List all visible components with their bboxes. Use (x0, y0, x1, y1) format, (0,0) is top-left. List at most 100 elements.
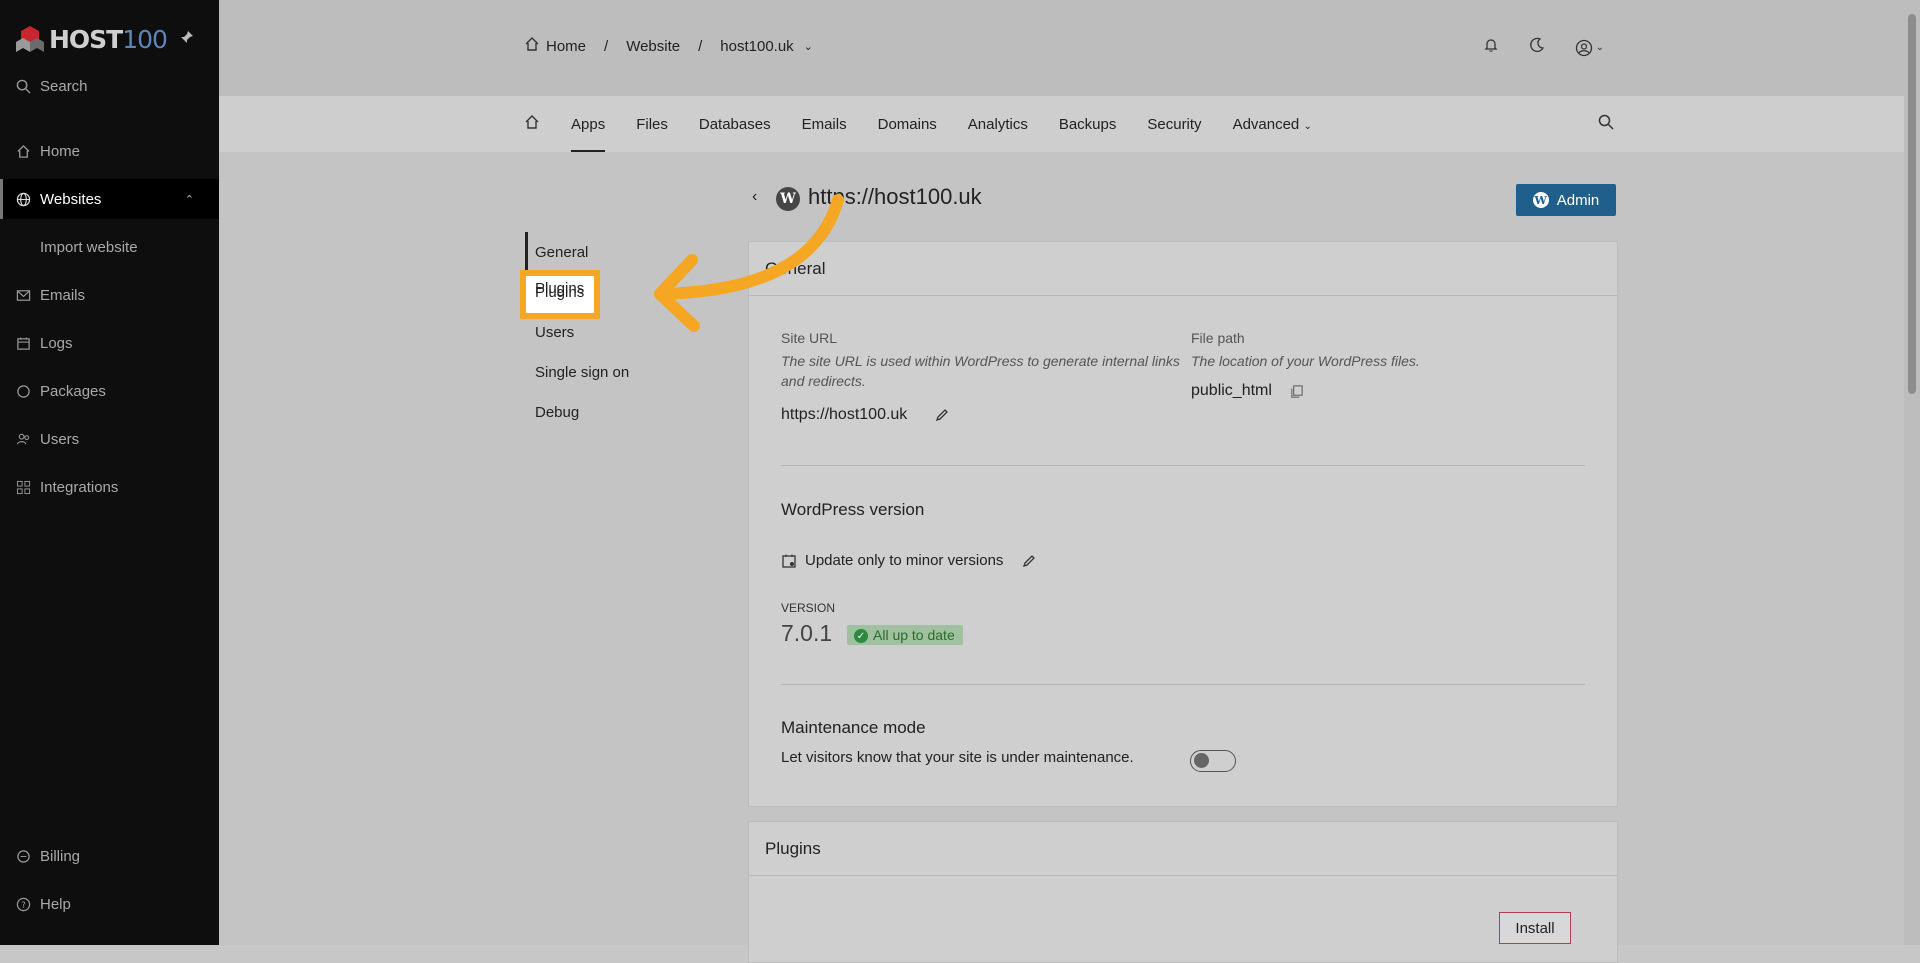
tab-analytics[interactable]: Analytics (968, 116, 1028, 133)
version-status-badge: ✓ All up to date (847, 625, 963, 645)
breadcrumb-separator: / (698, 37, 703, 55)
sidebar-item-label: Integrations (40, 478, 119, 496)
help-icon: ? (14, 897, 32, 912)
sidebar-item-users[interactable]: Users (0, 419, 219, 459)
tab-databases[interactable]: Databases (699, 116, 771, 133)
sidebar-item-packages[interactable]: Packages (0, 371, 219, 411)
tab-apps[interactable]: Apps (571, 116, 606, 152)
sidebar-item-label: Websites (40, 190, 102, 208)
site-url-value: https://host100.uk (781, 406, 908, 423)
bell-icon[interactable] (1483, 37, 1499, 58)
plugins-card-title: Plugins (749, 822, 1617, 876)
logo-text: HOST (49, 24, 123, 54)
chevron-down-icon[interactable]: ⌄ (804, 40, 813, 53)
subnav-single-sign-on[interactable]: Single sign on (535, 352, 629, 392)
version-value: 7.0.1 (781, 620, 833, 646)
globe-icon (14, 192, 32, 207)
wordpress-icon: W (776, 187, 800, 211)
back-chevron-icon[interactable]: ‹ (752, 188, 757, 206)
sidebar-item-home[interactable]: Home (0, 131, 219, 171)
copy-icon[interactable] (1289, 384, 1304, 404)
app-tabs: Apps Files Databases Emails Domains Anal… (524, 114, 1343, 152)
plugins-card: Plugins Install (748, 821, 1618, 963)
site-url-description: The site URL is used within WordPress to… (781, 353, 1180, 389)
subnav-debug[interactable]: Debug (535, 392, 629, 432)
circle-icon (14, 384, 32, 399)
calendar-icon (14, 336, 32, 351)
logo[interactable]: HOST100 (15, 22, 168, 56)
breadcrumb-separator: / (604, 37, 609, 55)
logo-cubes-icon (16, 26, 44, 52)
tabs-bar: Apps Files Databases Emails Domains Anal… (219, 96, 1904, 152)
maintenance-description: Let visitors know that your site is unde… (781, 749, 1134, 766)
tab-backups[interactable]: Backups (1059, 116, 1117, 133)
tab-emails[interactable]: Emails (802, 116, 847, 133)
sidebar-item-label: Home (40, 142, 81, 160)
subnav-plugins-highlighted[interactable]: Plugins (535, 280, 584, 297)
sidebar-item-billing[interactable]: Billing (0, 836, 219, 876)
site-url-label: Site URL (781, 330, 838, 346)
tab-files[interactable]: Files (636, 116, 668, 133)
search-icon[interactable] (1598, 114, 1614, 135)
toggle-knob (1194, 753, 1209, 768)
divider (781, 465, 1585, 466)
sidebar-search-label: Search (40, 77, 88, 95)
sidebar-search[interactable]: Search (0, 66, 219, 106)
wordpress-icon: W (1532, 192, 1549, 208)
sidebar-item-emails[interactable]: Emails (0, 275, 219, 315)
sidebar-item-help[interactable]: ? Help (0, 884, 219, 924)
tab-security[interactable]: Security (1147, 116, 1201, 133)
update-policy-text: Update only to minor versions (805, 552, 1004, 569)
version-status-text: All up to date (873, 627, 955, 643)
tab-domains[interactable]: Domains (878, 116, 937, 133)
file-path-value: public_html (1191, 382, 1272, 399)
sidebar: HOST100 Search Home Websites ⌃ Import we… (0, 0, 222, 945)
tab-home-icon[interactable] (524, 114, 540, 134)
home-icon (524, 36, 540, 56)
divider (781, 684, 1585, 685)
wp-version-heading: WordPress version (781, 500, 925, 519)
scrollbar-thumb[interactable] (1908, 14, 1916, 394)
maintenance-toggle[interactable] (1190, 750, 1236, 772)
sidebar-item-label: Users (40, 430, 80, 448)
account-menu[interactable]: ⌄ (1575, 39, 1604, 57)
tab-advanced[interactable]: Advanced ⌄ (1233, 116, 1312, 133)
sidebar-item-logs[interactable]: Logs (0, 323, 219, 363)
search-icon (14, 79, 32, 94)
sidebar-item-websites[interactable]: Websites ⌃ (0, 179, 222, 219)
top-actions: ⌄ (1483, 37, 1604, 58)
edit-pencil-icon[interactable] (934, 407, 950, 428)
install-button[interactable]: Install (1499, 912, 1571, 944)
sidebar-item-label: Help (40, 895, 71, 913)
edit-pencil-icon[interactable] (1021, 553, 1037, 574)
sidebar-item-integrations[interactable]: Integrations (0, 467, 219, 507)
breadcrumb-home[interactable]: Home (546, 38, 586, 55)
chevron-down-icon: ⌄ (1595, 42, 1604, 53)
tab-advanced-label: Advanced (1232, 115, 1300, 133)
admin-button[interactable]: W Admin (1516, 184, 1616, 216)
site-title: https://host100.uk (808, 184, 982, 209)
subnav-general[interactable]: General (525, 232, 629, 272)
svg-text:?: ? (21, 899, 25, 909)
sidebar-item-label: Packages (40, 382, 106, 400)
mail-icon (14, 288, 32, 303)
chevron-down-icon: ⌄ (1303, 120, 1312, 132)
breadcrumb-website[interactable]: Website (626, 38, 680, 55)
breadcrumb-domain[interactable]: host100.uk (720, 38, 793, 55)
maintenance-heading: Maintenance mode (781, 718, 926, 737)
moon-icon[interactable] (1529, 37, 1545, 58)
general-card: General Site URL The site URL is used wi… (748, 241, 1618, 807)
sidebar-item-label: Logs (40, 334, 73, 352)
sidebar-item-label: Import website (40, 238, 138, 256)
file-path-description: The location of your WordPress files. (1191, 353, 1420, 369)
file-path-label: File path (1191, 330, 1245, 346)
chevron-up-icon: ⌃ (184, 193, 194, 206)
pin-icon[interactable] (180, 30, 194, 47)
scrollbar[interactable] (1904, 0, 1920, 945)
version-label: VERSION (781, 601, 836, 615)
general-card-title: General (749, 242, 1617, 296)
settings-subnav: General Plugins Users Single sign on Deb… (525, 232, 629, 432)
calendar-update-icon (781, 553, 797, 574)
admin-button-label: Admin (1556, 191, 1600, 209)
check-circle-icon: ✓ (854, 629, 868, 643)
